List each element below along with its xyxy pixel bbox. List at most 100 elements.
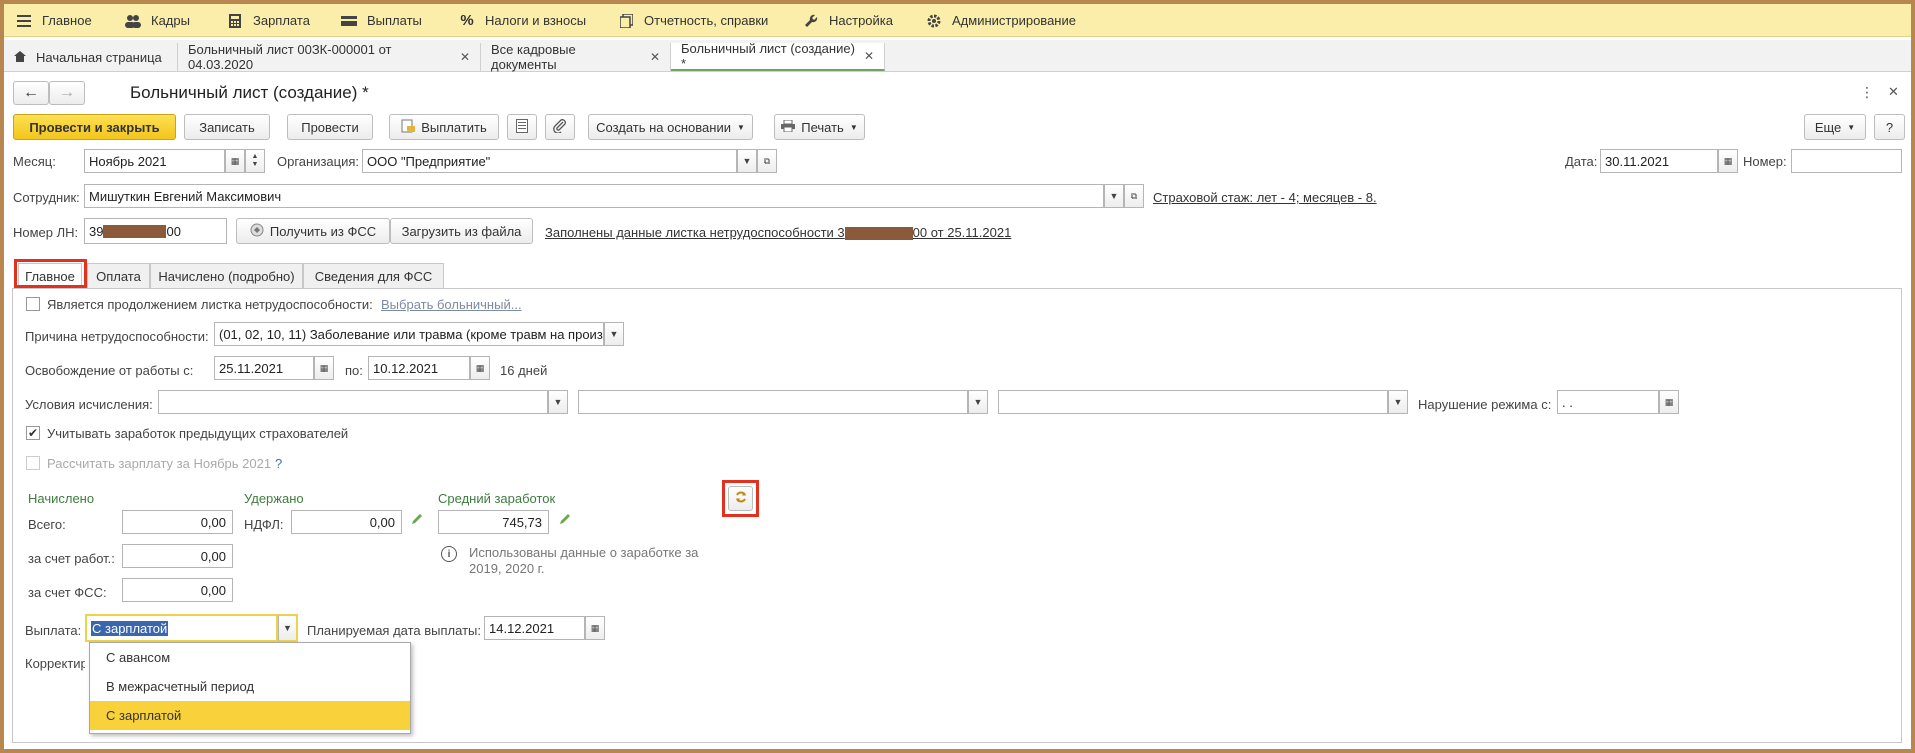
payment-label: Выплата: (25, 623, 82, 638)
continuation-checkbox[interactable] (26, 297, 40, 311)
employee-open-button[interactable]: ⧉ (1124, 184, 1144, 208)
reason-dropdown-button[interactable]: ▼ (604, 322, 624, 346)
arrow-left-icon: ← (23, 84, 39, 101)
close-icon[interactable]: ✕ (650, 50, 660, 64)
ndfl-amount: 0,00 (291, 510, 402, 534)
form-tab-accrued-detail[interactable]: Начислено (подробно) (150, 263, 303, 289)
condition-3-select[interactable] (998, 390, 1388, 414)
post-button[interactable]: Провести (287, 114, 373, 140)
close-icon[interactable]: ✕ (864, 49, 874, 63)
pay-button[interactable]: Выплатить (389, 114, 499, 140)
calendar-button[interactable]: ▦ (1718, 149, 1738, 173)
organization-label: Организация: (277, 154, 360, 169)
month-stepper[interactable]: ▲ ▼ (245, 149, 265, 173)
employee-dropdown-button[interactable]: ▼ (1104, 184, 1124, 208)
form-tab-fss-info[interactable]: Сведения для ФСС (303, 263, 444, 289)
number-input[interactable] (1791, 149, 1902, 173)
journal-button[interactable] (507, 114, 537, 140)
close-icon[interactable]: ✕ (1888, 84, 1899, 100)
redacted-block (844, 227, 913, 241)
payment-option-interim[interactable]: В межрасчетный период (90, 672, 410, 701)
menu-item-hr[interactable]: Кадры (125, 4, 190, 37)
menu-label: Выплаты (367, 13, 422, 28)
days-count: 16 дней (500, 363, 548, 378)
main-menu-bar: Главное Кадры Зарплата Выплаты % Налоги … (4, 4, 1911, 37)
form-tab-payment[interactable]: Оплата (87, 263, 150, 289)
forward-button[interactable]: → (49, 81, 85, 105)
menu-item-main[interactable]: Главное (16, 4, 92, 37)
tab-label: Больничный лист 00ЗК-000001 от 04.03.202… (188, 42, 392, 72)
planned-date-input[interactable]: 14.12.2021 (484, 616, 585, 640)
chevron-down-icon: ▼ (973, 397, 983, 407)
more-button[interactable]: Еще ▼ (1804, 114, 1866, 140)
highlight-frame (14, 259, 87, 288)
menu-item-salary[interactable]: Зарплата (227, 4, 310, 37)
employee-input[interactable]: Мишуткин Евгений Максимович (84, 184, 1104, 208)
release-from-input[interactable]: 25.11.2021 (214, 356, 314, 380)
close-icon[interactable]: ✕ (460, 50, 470, 64)
calendar-button[interactable]: ▦ (585, 616, 605, 640)
edit-pencil-icon[interactable] (558, 512, 576, 530)
condition-2-select[interactable] (578, 390, 968, 414)
menu-item-payments[interactable]: Выплаты (341, 4, 422, 37)
continuation-label: Является продолжением листка нетрудоспос… (47, 297, 373, 312)
condition-1-select[interactable] (158, 390, 548, 414)
condition-2-dropdown-button[interactable]: ▼ (968, 390, 988, 414)
edit-pencil-icon[interactable] (410, 512, 428, 530)
recalculate-button[interactable] (728, 486, 753, 511)
filled-data-link[interactable]: Заполнены данные листка нетрудоспособнос… (545, 225, 1011, 241)
reason-select[interactable]: (01, 02, 10, 11) Заболевание или травма … (214, 322, 604, 346)
payment-options-dropdown: С авансом В межрасчетный период С зарпла… (89, 642, 411, 734)
tab-home[interactable]: Начальная страница (4, 43, 178, 71)
print-button[interactable]: Печать ▼ (774, 114, 865, 140)
calc-salary-help[interactable]: ? (275, 456, 282, 471)
condition-1-dropdown-button[interactable]: ▼ (548, 390, 568, 414)
menu-item-admin[interactable]: Администрирование (926, 4, 1076, 37)
calendar-button[interactable]: ▦ (1659, 390, 1679, 414)
payment-option-advance[interactable]: С авансом (90, 643, 410, 672)
tab-sick-leave-new[interactable]: Больничный лист (создание) * ✕ (671, 41, 885, 71)
calendar-button[interactable]: ▦ (314, 356, 334, 380)
prev-insurers-checkbox[interactable]: ✔ (26, 426, 40, 440)
create-based-on-button[interactable]: Создать на основании ▼ (588, 114, 753, 140)
post-and-close-button[interactable]: Провести и закрыть (13, 114, 176, 140)
payment-option-with-salary[interactable]: С зарплатой (90, 701, 410, 730)
violation-date-input[interactable]: . . (1557, 390, 1659, 414)
print-label: Печать (801, 119, 844, 135)
calc-salary-checkbox[interactable] (26, 456, 40, 470)
get-from-fss-button[interactable]: Получить из ФСС (236, 218, 390, 244)
release-to-input[interactable]: 10.12.2021 (368, 356, 470, 380)
payment-select[interactable]: С зарплатой (85, 614, 278, 642)
calendar-icon: ▦ (319, 362, 329, 373)
load-from-file-button[interactable]: Загрузить из файла (390, 218, 533, 244)
insurance-experience-link[interactable]: Страховой стаж: лет - 4; месяцев - 8. (1153, 190, 1377, 205)
calendar-icon: ▦ (1723, 155, 1733, 166)
chevron-down-icon: ▼ (736, 122, 745, 132)
tab-all-hr-docs[interactable]: Все кадровые документы ✕ (481, 42, 671, 72)
date-input[interactable]: 30.11.2021 (1600, 149, 1718, 173)
chevron-down-icon: ▼ (553, 397, 563, 407)
condition-3-dropdown-button[interactable]: ▼ (1388, 390, 1408, 414)
more-vertical-icon[interactable]: ⋮ (1860, 84, 1874, 101)
attachments-button[interactable] (545, 114, 575, 140)
reason-label: Причина нетрудоспособности: (25, 329, 209, 344)
menu-item-settings[interactable]: Настройка (803, 4, 893, 37)
save-button[interactable]: Записать (184, 114, 270, 140)
wrench-icon (803, 13, 819, 29)
menu-item-taxes[interactable]: % Налоги и взносы (459, 4, 586, 37)
choose-sick-leave-link[interactable]: Выбрать больничный... (381, 297, 522, 312)
organization-input[interactable]: ООО "Предприятие" (362, 149, 737, 173)
calendar-button[interactable]: ▦ (470, 356, 490, 380)
organization-open-button[interactable]: ⧉ (757, 149, 777, 173)
get-from-fss-label: Получить из ФСС (269, 223, 377, 239)
organization-dropdown-button[interactable]: ▼ (737, 149, 757, 173)
sick-note-number-input[interactable]: 39 00 (84, 218, 227, 244)
month-input[interactable]: Ноябрь 2021 (84, 149, 225, 173)
help-button[interactable]: ? (1874, 114, 1905, 140)
tab-sick-leave-existing[interactable]: Больничный лист 00ЗК-000001 от 04.03.202… (178, 42, 481, 72)
back-button[interactable]: ← (13, 81, 49, 105)
menu-item-reports[interactable]: Отчетность, справки (618, 4, 768, 37)
calendar-button[interactable]: ▦ (225, 149, 245, 173)
arrow-right-icon: → (59, 84, 75, 101)
payment-dropdown-button[interactable]: ▼ (278, 614, 298, 642)
